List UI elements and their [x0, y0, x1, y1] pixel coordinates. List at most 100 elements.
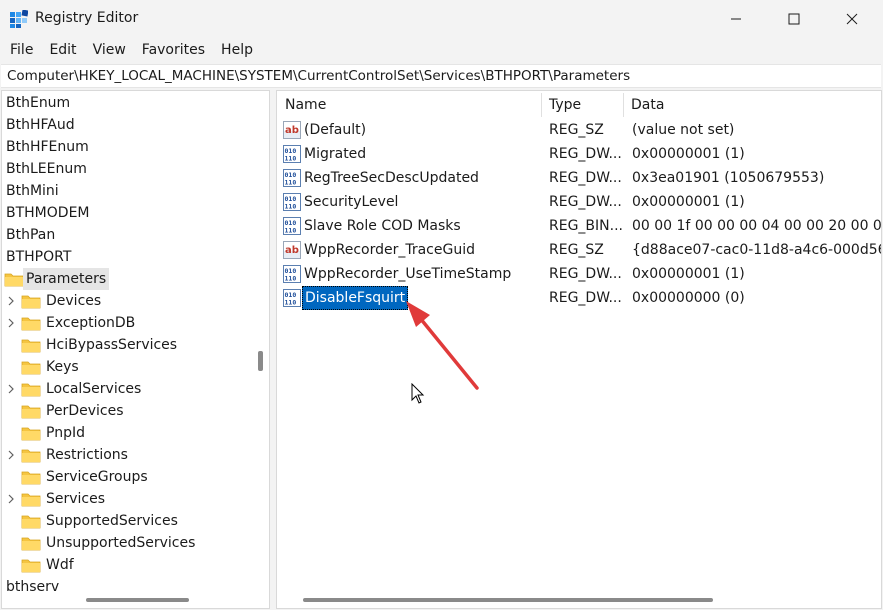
folder-icon [21, 537, 41, 551]
tree-item-label: LocalServices [46, 381, 142, 397]
value-name: DisableFsquirt [302, 286, 409, 310]
value-name: SecurityLevel [304, 194, 399, 210]
column-header-name[interactable]: Name [277, 91, 541, 119]
menu-favorites[interactable]: Favorites [134, 38, 213, 62]
value-type: REG_BIN... [549, 218, 623, 234]
table-row[interactable]: 010 110 WppRecorder_UseTimeStamp REG_DW... 0… [277, 262, 881, 286]
tree-horizontal-scroll-thumb[interactable] [86, 598, 189, 602]
folder-icon [21, 493, 41, 507]
string-value-icon: ab [283, 121, 301, 139]
binary-value-icon: 010110 [283, 169, 301, 187]
expand-toggle[interactable] [6, 290, 16, 312]
tree-item-label: BTHMODEM [6, 205, 90, 221]
column-header-data[interactable]: Data [623, 91, 881, 119]
title-bar: Registry Editor [0, 0, 883, 38]
binary-value-icon: 010110 [283, 265, 301, 283]
svg-text:ab: ab [285, 245, 299, 256]
tree-item-parameters[interactable]: Parameters [2, 268, 122, 290]
tree-item-label: Services [46, 491, 106, 507]
value-name: Migrated [304, 146, 367, 162]
folder-icon [21, 559, 41, 573]
value-name: Slave Role COD Masks [304, 218, 461, 234]
list-horizontal-scrollbar[interactable] [303, 598, 713, 602]
close-button[interactable] [823, 0, 881, 38]
value-type: REG_DW... [549, 290, 622, 306]
binary-value-icon: 010110 [283, 145, 301, 163]
tree-item-label: HciBypassServices [46, 337, 178, 353]
chevron-right-icon [8, 318, 14, 328]
tree-item-label: Restrictions [46, 447, 128, 463]
maximize-icon [788, 13, 800, 25]
close-icon [846, 13, 858, 25]
tree-vertical-scrollbar[interactable] [258, 351, 263, 371]
expand-toggle[interactable] [6, 444, 16, 466]
svg-text:110: 110 [285, 299, 297, 307]
tree-item-label: BthPan [6, 227, 56, 243]
value-data: 0x00000001 (1) [632, 146, 745, 162]
tree-item-label: BthEnum [6, 95, 71, 111]
table-row[interactable]: ab (Default) REG_SZ (value not set) [277, 118, 881, 142]
menu-file[interactable]: File [2, 38, 41, 62]
expand-toggle[interactable] [6, 378, 16, 400]
svg-text:110: 110 [285, 203, 297, 211]
tree-item-label: UnsupportedServices [46, 535, 196, 551]
svg-text:110: 110 [285, 275, 297, 283]
tree-item-label: Devices [46, 293, 102, 309]
binary-value-icon: 010110 [283, 193, 301, 211]
tree-horizontal-scrollbar[interactable] [2, 592, 269, 608]
folder-icon [4, 273, 24, 287]
menu-edit[interactable]: Edit [41, 38, 84, 62]
folder-icon [21, 295, 41, 309]
tree-item-label: BthMini [6, 183, 59, 199]
folder-icon [21, 361, 41, 375]
value-list[interactable]: Name Type Data ab (Default) REG_SZ (value n… [276, 90, 882, 609]
column-header-type[interactable]: Type [541, 91, 623, 119]
minimize-button[interactable] [707, 0, 765, 38]
table-row[interactable]: 010 110 DisableFsquirt REG_DW... 0x00000000 … [277, 286, 881, 310]
table-row[interactable]: 010 110 Slave Role COD Masks REG_BIN... 00 0… [277, 214, 882, 238]
key-tree[interactable]: BthEnum BthHFAud BthHFEnum BthLEEnum BthMini… [1, 90, 270, 609]
value-data: (value not set) [632, 122, 735, 138]
chevron-right-icon [8, 450, 14, 460]
folder-icon [21, 317, 41, 331]
value-type: REG_DW... [549, 170, 622, 186]
table-row[interactable]: 010 110 SecurityLevel REG_DW... 0x00000001 (… [277, 190, 881, 214]
tree-item-label: BthHFEnum [6, 139, 89, 155]
tree-item-label: BthLEEnum [6, 161, 87, 177]
table-row[interactable]: ab WppRecorder_TraceGuid REG_SZ {d88ace07-c… [277, 238, 881, 262]
folder-icon [21, 427, 41, 441]
tree-item-label: ServiceGroups [46, 469, 148, 485]
value-data: 00 00 1f 00 00 00 04 00 00 20 00 00 00 [632, 218, 882, 234]
value-data: 0x3ea01901 (1050679553) [632, 170, 825, 186]
folder-icon [21, 449, 41, 463]
svg-text:110: 110 [285, 227, 297, 235]
table-row[interactable]: 010 110 RegTreeSecDescUpdated REG_DW... 0x3e… [277, 166, 881, 190]
folder-icon [21, 471, 41, 485]
value-data: 0x00000001 (1) [632, 194, 745, 210]
expand-toggle[interactable] [6, 488, 16, 510]
expand-toggle[interactable] [6, 312, 16, 334]
chevron-right-icon [8, 384, 14, 394]
registry-editor-icon [10, 10, 28, 28]
address-bar[interactable]: Computer\HKEY_LOCAL_MACHINE\SYSTEM\Curre… [1, 64, 881, 88]
value-data: {d88ace07-cac0-11d8-a4c6-000d560bcba5} [632, 242, 881, 258]
value-type: REG_DW... [549, 194, 622, 210]
menu-help[interactable]: Help [213, 38, 261, 62]
tree-item-label: BTHPORT [6, 249, 72, 265]
value-type: REG_DW... [549, 266, 622, 282]
table-row[interactable]: 010 110 Migrated REG_DW... 0x00000001 (1) [277, 142, 881, 166]
folder-icon [21, 383, 41, 397]
minimize-icon [731, 18, 741, 20]
mouse-cursor-icon [411, 383, 425, 404]
value-data: 0x00000000 (0) [632, 290, 745, 306]
menu-view[interactable]: View [85, 38, 134, 62]
value-type: REG_SZ [549, 122, 604, 138]
tree-item-label: BthHFAud [6, 117, 75, 133]
maximize-button[interactable] [765, 0, 823, 38]
tree-item-label: Parameters [23, 268, 110, 290]
binary-value-icon: 010110 [283, 289, 301, 307]
svg-text:110: 110 [285, 155, 297, 163]
tree-item-label: PnpId [46, 425, 85, 441]
tree-item-label: ExceptionDB [46, 315, 136, 331]
tree-item-label: Keys [46, 359, 79, 375]
